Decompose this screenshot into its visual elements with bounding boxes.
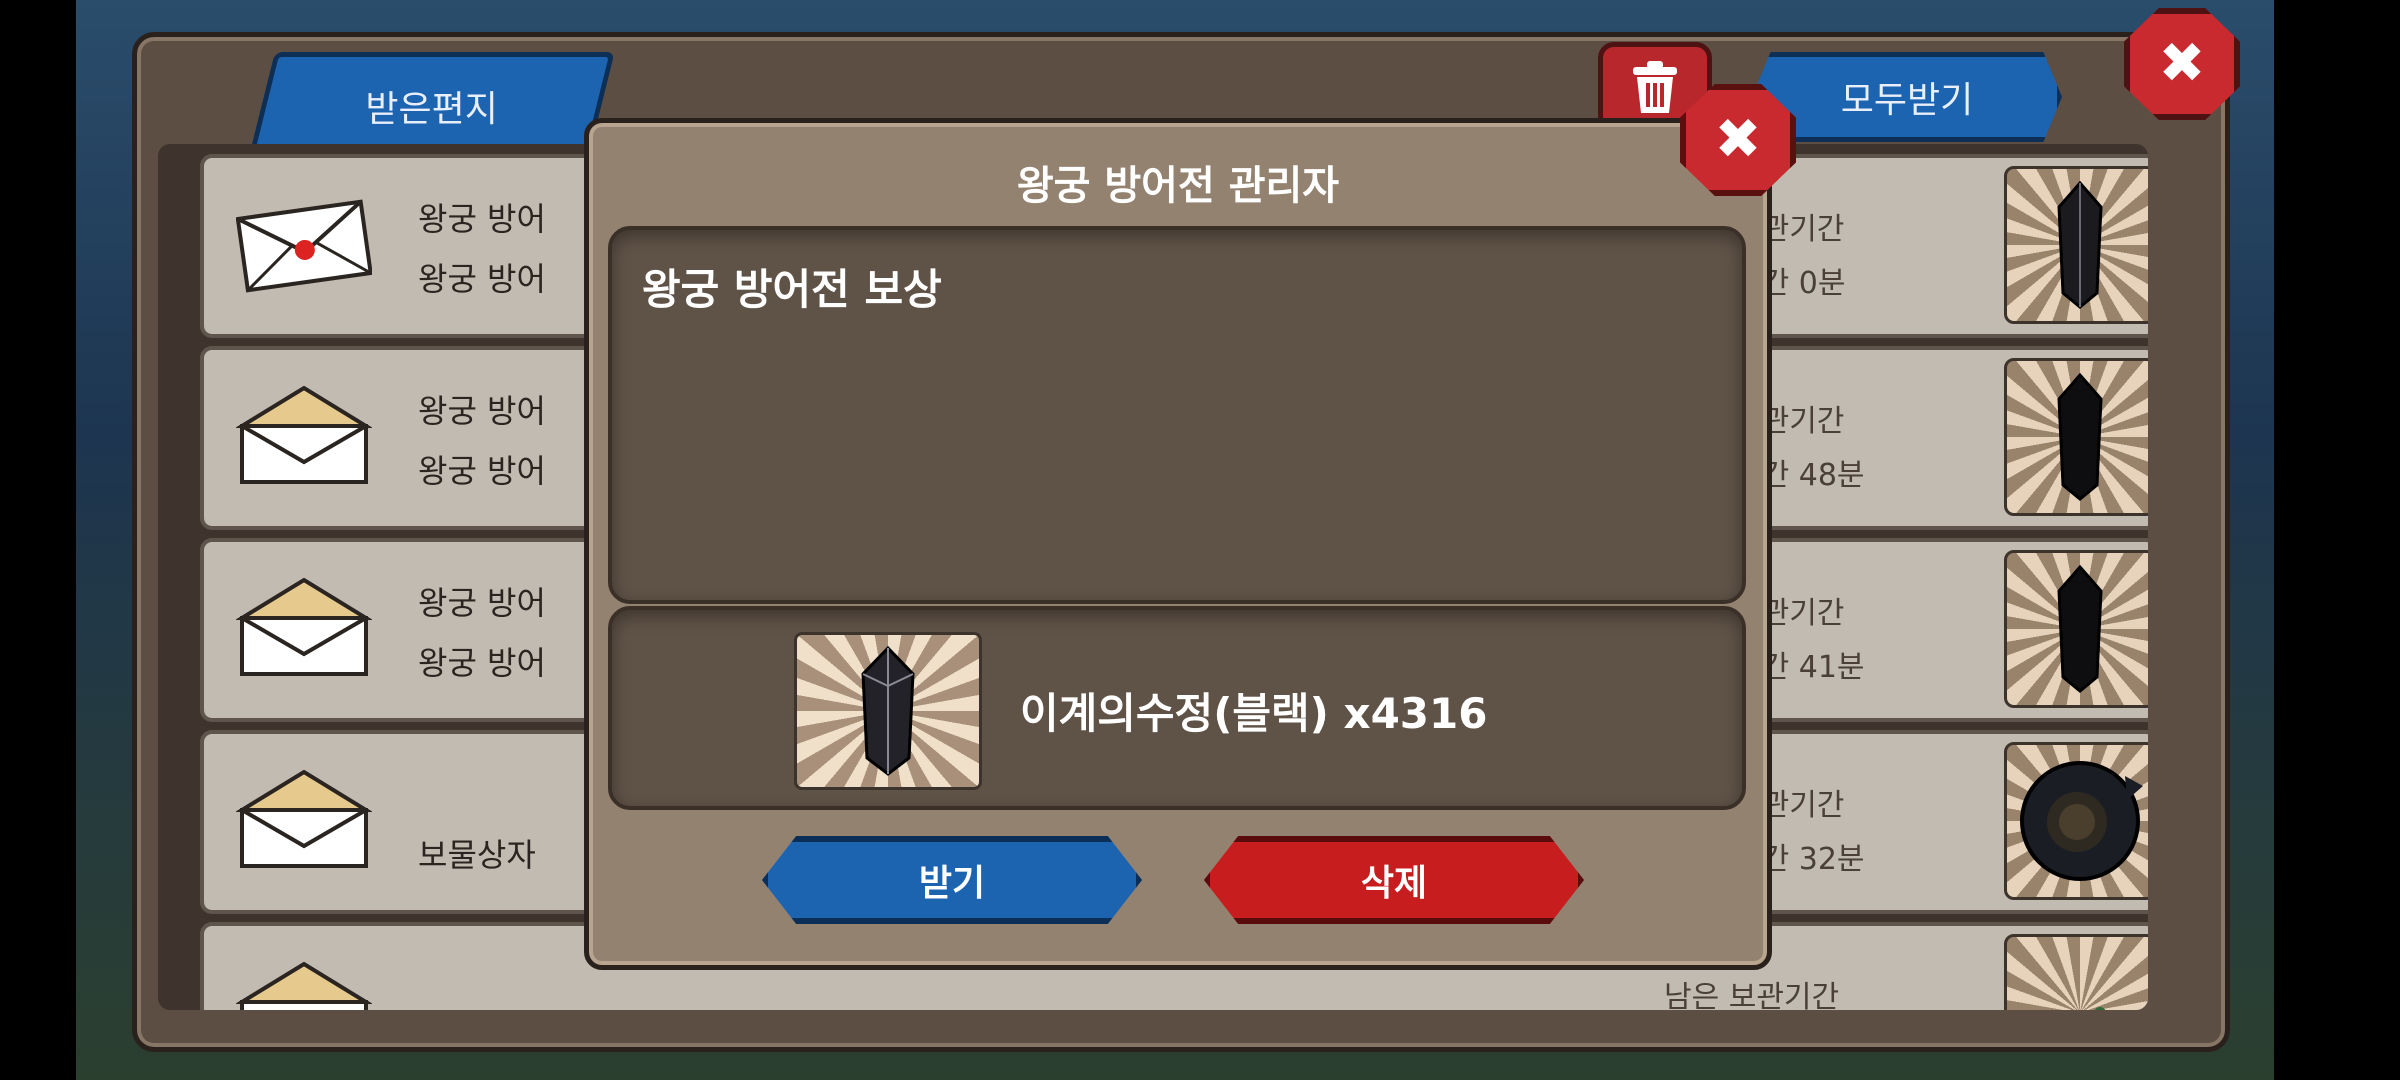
row-subtitle: 왕궁 방어 (418, 644, 546, 682)
tab-received-mail[interactable]: 받은편지 (249, 52, 615, 155)
row-title: 왕궁 방어 (418, 200, 546, 238)
green-item-icon (2094, 1007, 2106, 1010)
message-box: 왕궁 방어전 보상 (608, 226, 1746, 604)
open-envelope-icon (236, 770, 372, 868)
receive-label: 받기 (918, 863, 986, 904)
row-reward-item (2004, 358, 2148, 516)
delete-label: 삭제 (1360, 863, 1428, 904)
close-icon: ✖ (1714, 107, 1762, 172)
row-title: 왕궁 방어 (418, 392, 546, 430)
delete-button[interactable]: 삭제 (1204, 836, 1584, 924)
black-crystal-icon (2057, 565, 2103, 693)
open-envelope-icon (236, 386, 372, 484)
receive-button[interactable]: 받기 (762, 836, 1142, 924)
claim-all-label: 모두받기 (1840, 80, 1974, 121)
trash-icon (1633, 61, 1677, 113)
black-crystal-icon (2057, 373, 2103, 501)
close-icon: ✖ (2158, 31, 2206, 96)
row-expire-label: 남은 보관기간 (1664, 980, 1840, 1010)
message-text: 왕궁 방어전 보상 (642, 265, 942, 314)
row-reward-item (2004, 934, 2148, 1010)
open-envelope-icon (236, 962, 372, 1010)
black-crystal-icon (861, 646, 915, 776)
dark-eye-icon (2020, 761, 2143, 881)
open-envelope-icon (236, 578, 372, 676)
dialog-title: 왕궁 방어전 관리자 (1016, 163, 1340, 209)
row-reward-item (2004, 742, 2148, 900)
reward-item (794, 632, 982, 790)
row-subtitle: 왕궁 방어 (418, 260, 546, 298)
row-subtitle: 보물상자 (418, 836, 536, 874)
row-reward-item (2004, 166, 2148, 324)
dialog-close-button[interactable]: ✖ (1680, 84, 1796, 196)
row-reward-item (2004, 550, 2148, 708)
row-subtitle: 왕궁 방어 (418, 452, 546, 490)
reward-text: 이계의수정(블랙) x4316 (1020, 689, 1488, 738)
sealed-envelope-icon (236, 199, 372, 293)
row-title: 왕궁 방어 (418, 584, 546, 622)
black-crystal-icon (2057, 181, 2103, 309)
tab-label: 받은편지 (365, 89, 498, 130)
reward-box: 이계의수정(블랙) x4316 (608, 606, 1746, 810)
claim-all-button[interactable]: 모두받기 (1752, 52, 2062, 142)
